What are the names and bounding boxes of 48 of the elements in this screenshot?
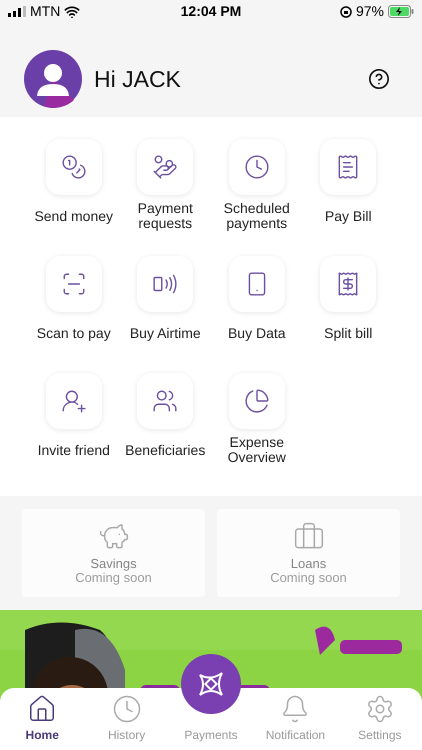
nav-tab[interactable]: Payments [168, 726, 254, 744]
service-tile[interactable] [46, 139, 102, 195]
clock-icon [112, 694, 142, 724]
help-icon[interactable] [368, 68, 390, 90]
hand-coins-icon [152, 154, 178, 180]
service-tile[interactable] [320, 139, 376, 195]
service-tile[interactable] [46, 256, 102, 312]
coins-icon [60, 154, 87, 180]
nav-tab[interactable]: Settings [338, 694, 422, 744]
product-title: Savings [90, 557, 137, 571]
service-tile[interactable] [228, 373, 285, 429]
nav-tab[interactable]: Notification [253, 694, 338, 744]
product-title: Loans [290, 557, 326, 571]
clock-time: 12:04 PM [180, 2, 242, 22]
service-tile[interactable] [46, 373, 102, 429]
service-label: Payment requests [136, 201, 194, 231]
carrier-name: MTN [30, 2, 60, 22]
service-tile[interactable] [228, 256, 285, 312]
signal-icon [8, 6, 26, 18]
service-tile[interactable] [228, 139, 285, 195]
battery-charging-icon [388, 5, 414, 18]
rotation-lock-icon [340, 6, 352, 18]
wifi-icon [64, 4, 80, 20]
clock-icon [244, 154, 270, 180]
service-tile[interactable] [137, 139, 194, 195]
service-tile[interactable] [137, 256, 194, 312]
pie-chart-icon [244, 388, 270, 414]
service-label: Pay Bill [324, 206, 373, 226]
service-tile[interactable] [320, 256, 376, 312]
service-label: Scheduled payments [222, 201, 291, 231]
nav-tab[interactable]: Home [0, 694, 84, 744]
add-user-icon [60, 388, 87, 414]
nav-tab[interactable]: History [84, 694, 169, 744]
service-label: Send money [33, 206, 114, 226]
service-label: Buy Airtime [128, 324, 202, 343]
greeting-text: Hi JACK [94, 64, 181, 94]
product-note: Coming soon [75, 571, 152, 585]
scan-icon [60, 271, 87, 297]
service-label: Expense Overview [226, 435, 287, 465]
service-label: Beneficiaries [124, 440, 206, 460]
service-label: Buy Data [226, 324, 287, 343]
service-tile[interactable] [137, 373, 194, 429]
service-label: Invite friend [36, 440, 111, 460]
service-label: Split bill [323, 324, 374, 343]
avatar-icon [24, 50, 82, 108]
service-label: Scan to pay [36, 324, 112, 343]
product-note: Coming soon [270, 571, 347, 585]
battery-percent: 97% [356, 2, 384, 22]
